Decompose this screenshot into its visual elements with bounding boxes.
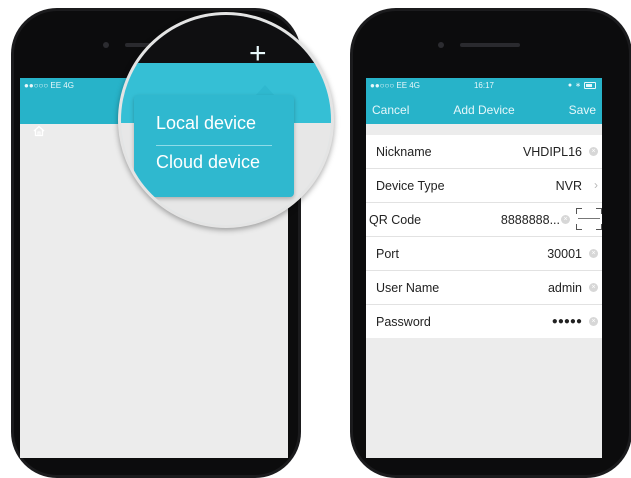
nickname-row[interactable]: Nickname VHDIPL16 × (366, 135, 602, 169)
clear-icon[interactable]: × (589, 249, 598, 258)
nav-bar: Cancel Add Device Save (366, 100, 602, 124)
device-type-value: NVR (555, 179, 582, 193)
status-time: 16:17 (473, 81, 495, 90)
right-screen: ●●○○○ EE 4G 16:17 ● ∗ Cancel Add Device … (366, 78, 602, 458)
clear-icon[interactable]: × (561, 215, 570, 224)
user-name-field[interactable]: admin (548, 281, 582, 295)
front-camera (103, 42, 109, 48)
front-camera (438, 42, 444, 48)
add-device-form: Nickname VHDIPL16 × Device Type NVR › QR… (366, 135, 602, 338)
carrier-signal: ●●○○○ EE 4G (24, 81, 74, 90)
nickname-field[interactable]: VHDIPL16 (523, 145, 582, 159)
chevron-right-icon: › (594, 178, 598, 192)
user-name-label: User Name (376, 281, 440, 295)
menu-item-cloud-device[interactable]: Cloud device (156, 152, 260, 173)
menu-item-local-device[interactable]: Local device (156, 113, 256, 134)
battery-icon (584, 81, 596, 89)
home-icon[interactable] (32, 124, 46, 138)
qr-scan-icon[interactable] (576, 208, 602, 230)
plus-icon[interactable]: + (249, 39, 267, 69)
device-type-label: Device Type (376, 179, 445, 193)
device-type-row[interactable]: Device Type NVR › (366, 169, 602, 203)
password-row[interactable]: Password ●●●●● × (366, 305, 602, 338)
clear-icon[interactable]: × (589, 283, 598, 292)
port-row[interactable]: Port 30001 × (366, 237, 602, 271)
status-indicators: ● ∗ (568, 81, 596, 89)
clear-icon[interactable]: × (589, 147, 598, 156)
clear-icon[interactable]: × (589, 317, 598, 326)
save-button[interactable]: Save (569, 103, 596, 117)
nickname-label: Nickname (376, 145, 432, 159)
qr-code-field[interactable]: 8888888... (501, 213, 560, 227)
password-label: Password (376, 315, 431, 329)
port-field[interactable]: 30001 (547, 247, 582, 261)
alarm-icon: ● (567, 81, 573, 89)
port-label: Port (376, 247, 399, 261)
qr-code-label: QR Code (369, 213, 422, 227)
password-field[interactable]: ●●●●● (552, 316, 582, 327)
magnified-menu-callout: + Local device Cloud device (118, 12, 334, 228)
menu-divider (156, 145, 272, 146)
status-bar: ●●○○○ EE 4G 16:17 ● ∗ (366, 78, 602, 100)
bluetooth-icon: ∗ (575, 82, 581, 89)
qr-code-row[interactable]: QR Code 8888888... × (366, 203, 602, 237)
page-title: Add Device (453, 103, 515, 117)
add-device-popup: Local device Cloud device (134, 95, 294, 197)
user-name-row[interactable]: User Name admin × (366, 271, 602, 305)
speaker-grille (460, 43, 520, 47)
right-phone: ●●○○○ EE 4G 16:17 ● ∗ Cancel Add Device … (350, 8, 631, 478)
magnified-bezel (121, 15, 331, 65)
